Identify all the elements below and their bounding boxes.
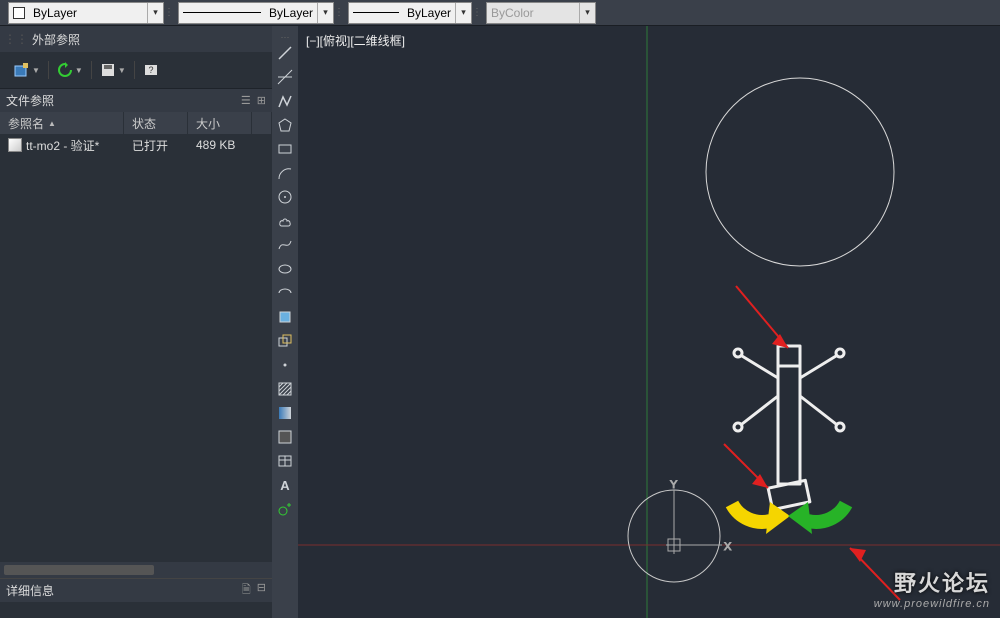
grip-icon: ⋮⋮ <box>4 32 28 46</box>
ucs-icon: Y X <box>666 479 732 554</box>
property-bar: ⋮⋮ ByLayer ▾ ⋮⋮ ByLayer ▾ ⋮⋮ ByLayer ▾ ⋮… <box>0 0 1000 26</box>
file-ref-section-header[interactable]: 文件参照 ☰ ⊞ <box>0 88 272 112</box>
flame-icon: 火 <box>918 571 942 596</box>
gradient-tool[interactable] <box>274 402 296 424</box>
table-tool[interactable] <box>274 450 296 472</box>
linetype-dropdown[interactable]: ByLayer ▾ <box>178 2 334 24</box>
save-button[interactable]: ▼ <box>100 62 126 78</box>
drawing-viewport[interactable]: [−][俯视][二维线框] Y X <box>298 26 1000 618</box>
drawing-figure <box>734 346 844 510</box>
chevron-down-icon: ▼ <box>75 66 83 75</box>
watermark-char: 野 <box>894 571 918 596</box>
attach-dwg-icon <box>14 62 30 78</box>
dwg-file-icon <box>8 138 22 152</box>
xref-toolbar: ▼ ▼ ▼ ? <box>0 52 272 88</box>
ellipse-tool[interactable] <box>274 258 296 280</box>
chevron-down-icon: ▾ <box>579 3 595 23</box>
line-tool[interactable] <box>274 42 296 64</box>
column-extra[interactable] <box>252 112 272 134</box>
details-title-label: 详细信息 <box>6 582 54 599</box>
file-ref-title-label: 文件参照 <box>6 92 54 109</box>
list-view-icon[interactable]: ☰ <box>241 94 251 107</box>
lineweight-dropdown[interactable]: ByLayer ▾ <box>348 2 472 24</box>
grip-icon: ⋮⋮ <box>478 0 486 25</box>
linetype-dropdown-label: ByLayer <box>265 6 317 20</box>
polyline-tool[interactable] <box>274 90 296 112</box>
green-rotate-arrow <box>788 502 846 534</box>
grip-icon: ⋮⋮ <box>340 0 348 25</box>
pin-icon[interactable]: ⊟ <box>257 581 266 600</box>
grid-empty-area <box>0 156 272 562</box>
lineweight-dropdown-label: ByLayer <box>403 6 455 20</box>
circle-tool[interactable] <box>274 186 296 208</box>
add-selected-tool[interactable] <box>274 498 296 520</box>
revision-cloud-tool[interactable] <box>274 210 296 232</box>
polygon-tool[interactable] <box>274 114 296 136</box>
annotation-arrows <box>724 286 900 600</box>
spline-tool[interactable] <box>274 234 296 256</box>
chevron-down-icon: ▼ <box>118 66 126 75</box>
watermark: 野火论坛 www.proewildfire.cn <box>874 566 990 610</box>
refresh-button[interactable]: ▼ <box>57 62 83 78</box>
hatch-tool[interactable] <box>274 378 296 400</box>
xref-title-label: 外部参照 <box>32 31 80 48</box>
file-ref-grid-body: tt-mo2 - 验证* 已打开 489 KB <box>0 134 272 156</box>
color-dropdown[interactable]: ByColor ▾ <box>486 2 596 24</box>
separator <box>48 61 49 79</box>
column-status[interactable]: 状态 <box>124 112 188 134</box>
chevron-down-icon: ▾ <box>147 3 163 23</box>
layer-dropdown-label: ByLayer <box>29 6 81 20</box>
layer-swatch-icon <box>13 7 25 19</box>
make-block-tool[interactable] <box>274 330 296 352</box>
svg-text:?: ? <box>148 65 153 75</box>
separator <box>91 61 92 79</box>
grip-icon: ⋯ <box>281 32 290 40</box>
horizontal-scrollbar[interactable] <box>0 562 272 578</box>
chevron-down-icon: ▾ <box>317 3 333 23</box>
file-ref-grid-header: 参照名 ▲ 状态 大小 <box>0 112 272 134</box>
region-tool[interactable] <box>274 426 296 448</box>
construction-line-tool[interactable] <box>274 66 296 88</box>
linetype-preview-icon <box>183 12 261 13</box>
scrollbar-thumb[interactable] <box>4 565 154 575</box>
separator <box>134 61 135 79</box>
arc-tool[interactable] <box>274 162 296 184</box>
xref-palette: ⋮⋮ 外部参照 ▼ ▼ ▼ <box>0 26 272 618</box>
help-icon: ? <box>143 62 159 78</box>
ref-status-cell: 已打开 <box>124 137 188 154</box>
help-button[interactable]: ? <box>143 62 159 78</box>
grip-icon: ⋮⋮ <box>0 0 8 25</box>
refresh-icon <box>57 62 73 78</box>
table-row[interactable]: tt-mo2 - 验证* 已打开 489 KB <box>0 134 272 156</box>
svg-text:X: X <box>724 541 732 553</box>
sort-asc-icon: ▲ <box>48 119 56 128</box>
large-circle <box>706 78 894 266</box>
details-section-header[interactable]: 详细信息 🗎 ⊟ <box>0 578 272 602</box>
edit-icon[interactable]: 🗎 <box>242 581 251 600</box>
drawing-content: Y X <box>298 26 1000 618</box>
chevron-down-icon: ▾ <box>455 3 471 23</box>
rectangle-tool[interactable] <box>274 138 296 160</box>
column-size[interactable]: 大小 <box>188 112 252 134</box>
insert-block-tool[interactable] <box>274 306 296 328</box>
draw-toolbar: ⋯ A <box>272 26 298 618</box>
layer-dropdown[interactable]: ByLayer ▾ <box>8 2 164 24</box>
watermark-rest: 论坛 <box>942 571 990 596</box>
mtext-tool[interactable]: A <box>274 474 296 496</box>
ellipse-arc-tool[interactable] <box>274 282 296 304</box>
ref-size-cell: 489 KB <box>188 138 252 152</box>
column-name[interactable]: 参照名 ▲ <box>0 112 124 134</box>
watermark-url: www.proewildfire.cn <box>874 598 990 610</box>
lineweight-preview-icon <box>353 12 399 13</box>
grip-icon: ⋮⋮ <box>170 0 178 25</box>
svg-text:Y: Y <box>670 479 678 491</box>
xref-palette-title-bar[interactable]: ⋮⋮ 外部参照 <box>0 26 272 52</box>
attach-button[interactable]: ▼ <box>14 62 40 78</box>
color-dropdown-label: ByColor <box>487 6 538 20</box>
chevron-down-icon: ▼ <box>32 66 40 75</box>
tree-view-icon[interactable]: ⊞ <box>257 94 266 107</box>
point-tool[interactable] <box>274 354 296 376</box>
ref-name-cell: tt-mo2 - 验证* <box>26 137 99 154</box>
save-icon <box>100 62 116 78</box>
